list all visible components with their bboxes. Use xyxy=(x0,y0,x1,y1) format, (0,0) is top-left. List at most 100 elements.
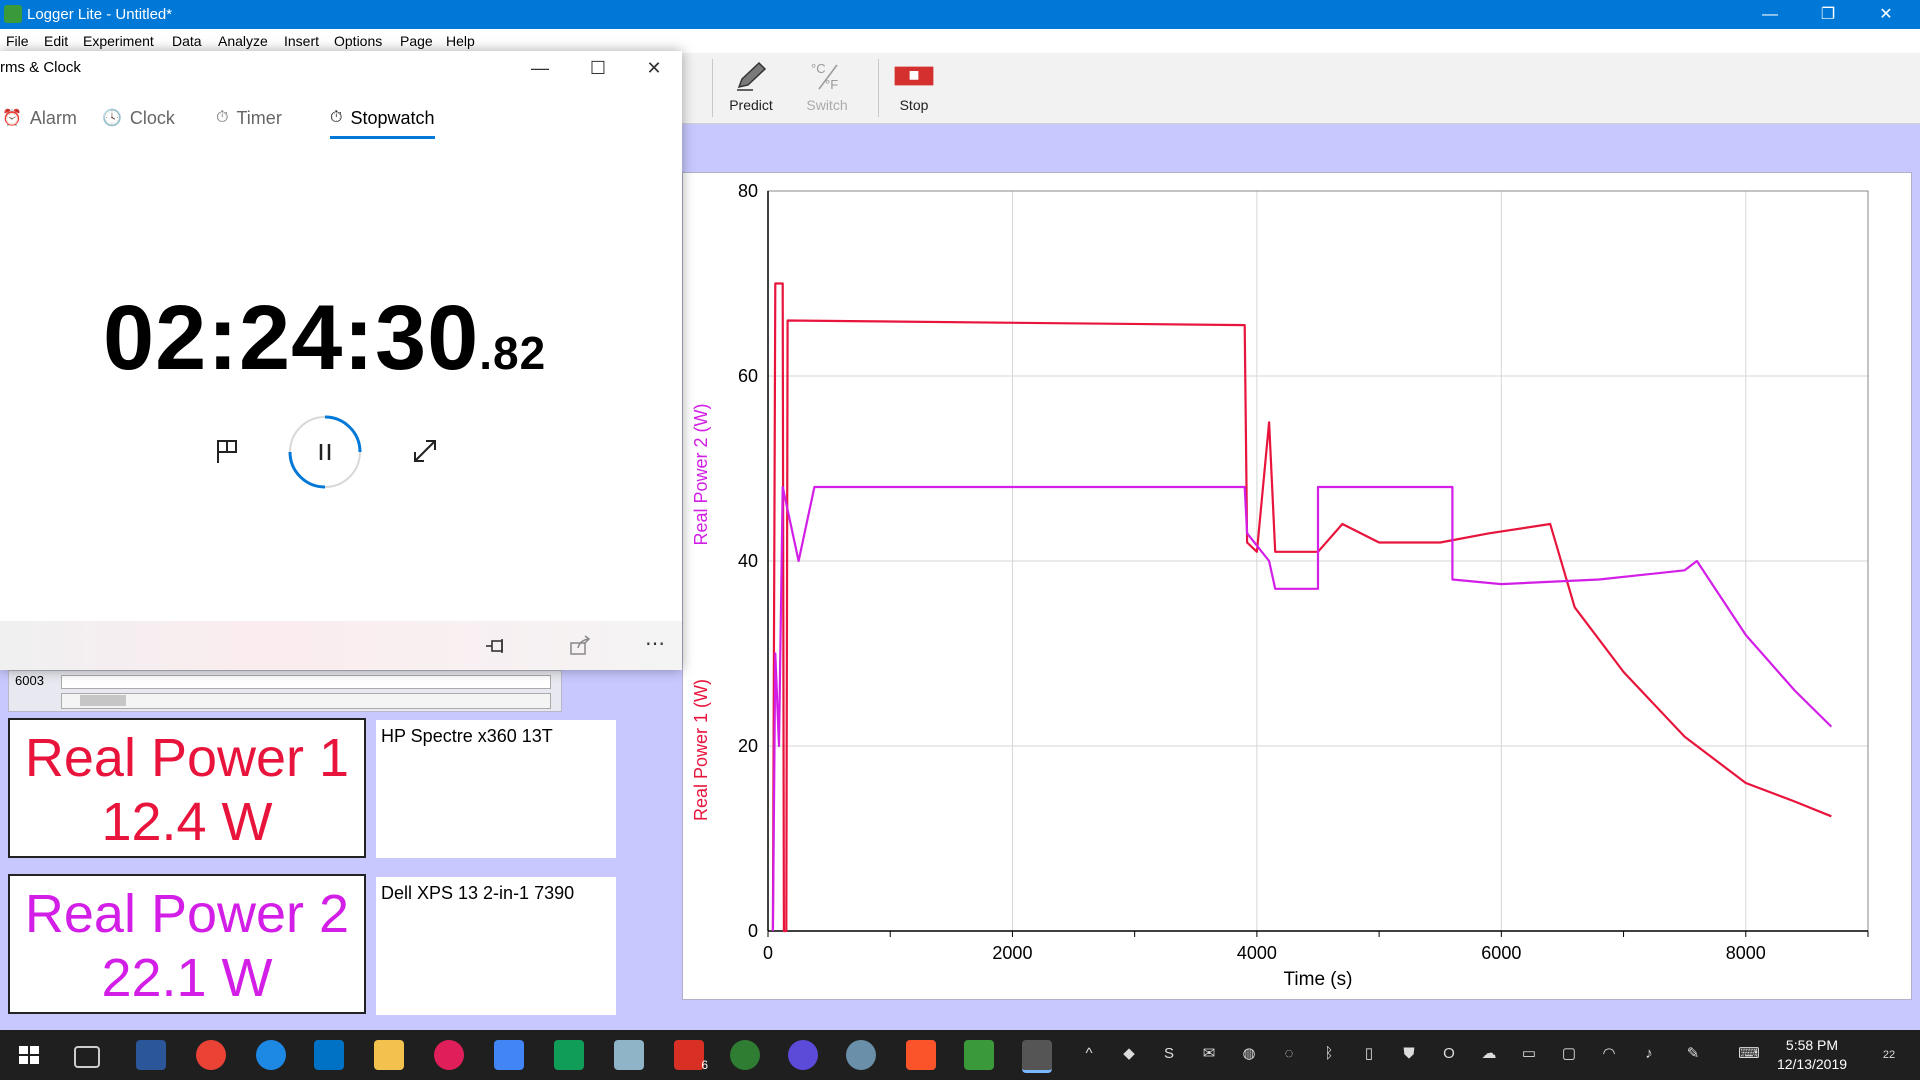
y-tick-label: 0 xyxy=(748,921,758,941)
task-view-icon[interactable] xyxy=(74,1046,100,1068)
menu-data[interactable]: Data xyxy=(172,33,202,49)
restore-button[interactable]: ❐ xyxy=(1800,0,1856,29)
brave-icon[interactable] xyxy=(906,1040,936,1070)
world-clock-icon: 🕓 xyxy=(102,110,122,127)
start-button[interactable] xyxy=(14,1040,44,1070)
x-tick-label: 0 xyxy=(763,943,773,963)
series-line-2 xyxy=(771,485,1833,932)
close-button[interactable]: ✕ xyxy=(1858,0,1914,29)
y-tick-label: 40 xyxy=(738,551,758,571)
clock-time: 5:58 PM xyxy=(1785,1037,1839,1053)
display-icon[interactable]: ▢ xyxy=(1560,1045,1578,1063)
outlook-icon[interactable] xyxy=(314,1040,344,1070)
dropbox-icon[interactable]: ◆ xyxy=(1120,1045,1138,1063)
taskbar: 6 ^ ◆ S ✉ ◍ ◌ ᛒ ▯ ⛊ O ☁ ▭ ▢ ◠ ♪ ✎ ⌨ 5:58… xyxy=(0,1030,1920,1080)
lap-flag-button[interactable] xyxy=(212,436,242,466)
app-icon[interactable] xyxy=(788,1040,818,1070)
data-table-strip[interactable]: 6003 xyxy=(8,670,562,712)
tab-stopwatch[interactable]: ⏱ Stopwatch xyxy=(330,103,435,139)
meter-real-power-2[interactable]: Real Power 2 22.1 W xyxy=(8,874,366,1014)
device-note-2[interactable]: Dell XPS 13 2-in-1 7390 xyxy=(376,877,616,1015)
x-tick-label: 8000 xyxy=(1726,943,1766,963)
keyboard-icon[interactable]: ⌨ xyxy=(1734,1045,1764,1063)
series-line-1 xyxy=(771,282,1832,933)
predict-button[interactable]: Predict xyxy=(716,59,786,117)
outlook-tray-icon[interactable]: O xyxy=(1440,1045,1458,1063)
switch-button[interactable]: °C °F Switch xyxy=(792,59,862,117)
menu-insert[interactable]: Insert xyxy=(284,33,319,49)
line-chart[interactable]: 0 2000 4000 6000 8000 0 20 40 60 80 Time (s) Real P… xyxy=(683,173,1911,999)
share-button[interactable] xyxy=(568,635,592,657)
pause-icon xyxy=(288,415,362,489)
stopwatch-time: 02:24:30 xyxy=(103,287,480,389)
chrome-icon[interactable] xyxy=(196,1040,226,1070)
minimize-button[interactable]: — xyxy=(1742,0,1798,29)
table-cell: 6003 xyxy=(15,673,44,688)
menu-experiment[interactable]: Experiment xyxy=(83,33,154,49)
scrollbar-thumb[interactable] xyxy=(80,695,126,706)
meter-name: Real Power 2 xyxy=(24,884,350,944)
chevron-up-icon[interactable]: ^ xyxy=(1080,1045,1098,1063)
hangouts-icon[interactable] xyxy=(730,1040,760,1070)
alarms-maximize-button[interactable]: ☐ xyxy=(578,55,618,81)
menu-analyze[interactable]: Analyze xyxy=(218,33,268,49)
onedrive-icon[interactable]: ☁ xyxy=(1480,1045,1498,1063)
menu-help[interactable]: Help xyxy=(446,33,475,49)
menu-page[interactable]: Page xyxy=(400,33,433,49)
stopwatch-centiseconds: .82 xyxy=(479,327,547,379)
menu-edit[interactable]: Edit xyxy=(44,33,68,49)
device-note-1[interactable]: HP Spectre x360 13T xyxy=(376,720,616,858)
alarms-clock-taskbar-icon[interactable] xyxy=(1022,1040,1052,1073)
pause-button[interactable] xyxy=(288,415,362,489)
menu-options[interactable]: Options xyxy=(334,33,382,49)
logger-lite-taskbar-icon[interactable] xyxy=(964,1040,994,1070)
tab-alarm[interactable]: ⏰ Alarm xyxy=(2,103,77,133)
edge-icon[interactable] xyxy=(256,1040,286,1070)
word-icon[interactable] xyxy=(136,1040,166,1070)
pen-icon[interactable]: ✎ xyxy=(1684,1045,1702,1063)
window-title: Logger Lite - Untitled* xyxy=(27,6,173,23)
tab-timer[interactable]: ⏱ Timer xyxy=(216,103,282,133)
more-options-icon[interactable]: ⋯ xyxy=(640,631,670,657)
tab-label: Timer xyxy=(236,107,282,128)
shield-icon[interactable]: ⛊ xyxy=(1400,1045,1418,1063)
sheets-icon[interactable] xyxy=(554,1040,584,1070)
meter-real-power-1[interactable]: Real Power 1 12.4 W xyxy=(8,718,366,858)
tab-label: Stopwatch xyxy=(350,107,435,128)
alarms-close-button[interactable]: ✕ xyxy=(634,55,674,81)
alarms-minimize-button[interactable]: — xyxy=(520,55,560,81)
volume-icon[interactable]: ♪ xyxy=(1640,1045,1658,1063)
app-icon[interactable]: 6 xyxy=(674,1040,708,1072)
network-globe-icon[interactable]: ◍ xyxy=(1240,1045,1258,1063)
mail-icon[interactable]: ✉ xyxy=(1200,1045,1218,1063)
wifi-icon[interactable]: ◠ xyxy=(1600,1045,1618,1063)
y-tick-label: 60 xyxy=(738,366,758,386)
globe-icon[interactable] xyxy=(846,1040,876,1070)
meter-name: Real Power 1 xyxy=(24,728,350,788)
battery-icon[interactable]: ▭ xyxy=(1520,1045,1538,1063)
horizontal-scrollbar[interactable] xyxy=(61,693,551,709)
tab-label: Alarm xyxy=(29,107,77,128)
skype-icon[interactable]: S xyxy=(1160,1045,1178,1063)
notes-icon[interactable] xyxy=(614,1040,644,1070)
notifications-icon[interactable]: 22 xyxy=(1872,1045,1906,1063)
system-clock[interactable]: 5:58 PM 12/13/2019 xyxy=(1764,1036,1860,1074)
y-tick-label: 80 xyxy=(738,181,758,201)
stopwatch-readout: 02:24:30.82 xyxy=(103,286,546,391)
pin-button[interactable] xyxy=(484,635,508,657)
stop-button[interactable]: Stop xyxy=(879,59,949,117)
usb-icon[interactable]: ▯ xyxy=(1360,1045,1378,1063)
slack-icon[interactable] xyxy=(434,1040,464,1070)
device-label: HP Spectre x360 13T xyxy=(381,726,553,746)
x-axis-label: Time (s) xyxy=(1284,969,1353,990)
file-explorer-icon[interactable] xyxy=(374,1040,404,1070)
expand-button[interactable] xyxy=(410,436,440,466)
alarms-clock-window[interactable]: rms & Clock — ☐ ✕ ⏰ Alarm 🕓 Clock ⏱ Time… xyxy=(0,51,682,670)
menu-file[interactable]: File xyxy=(6,33,29,49)
docs-icon[interactable] xyxy=(494,1040,524,1070)
graph-panel[interactable]: 0 2000 4000 6000 8000 0 20 40 60 80 Time (s) Real P… xyxy=(682,172,1912,1000)
alarm-icon: ⏰ xyxy=(2,110,22,127)
tab-clock[interactable]: 🕓 Clock xyxy=(102,103,175,133)
sync-icon[interactable]: ◌ xyxy=(1280,1045,1298,1063)
bluetooth-icon[interactable]: ᛒ xyxy=(1320,1045,1338,1063)
